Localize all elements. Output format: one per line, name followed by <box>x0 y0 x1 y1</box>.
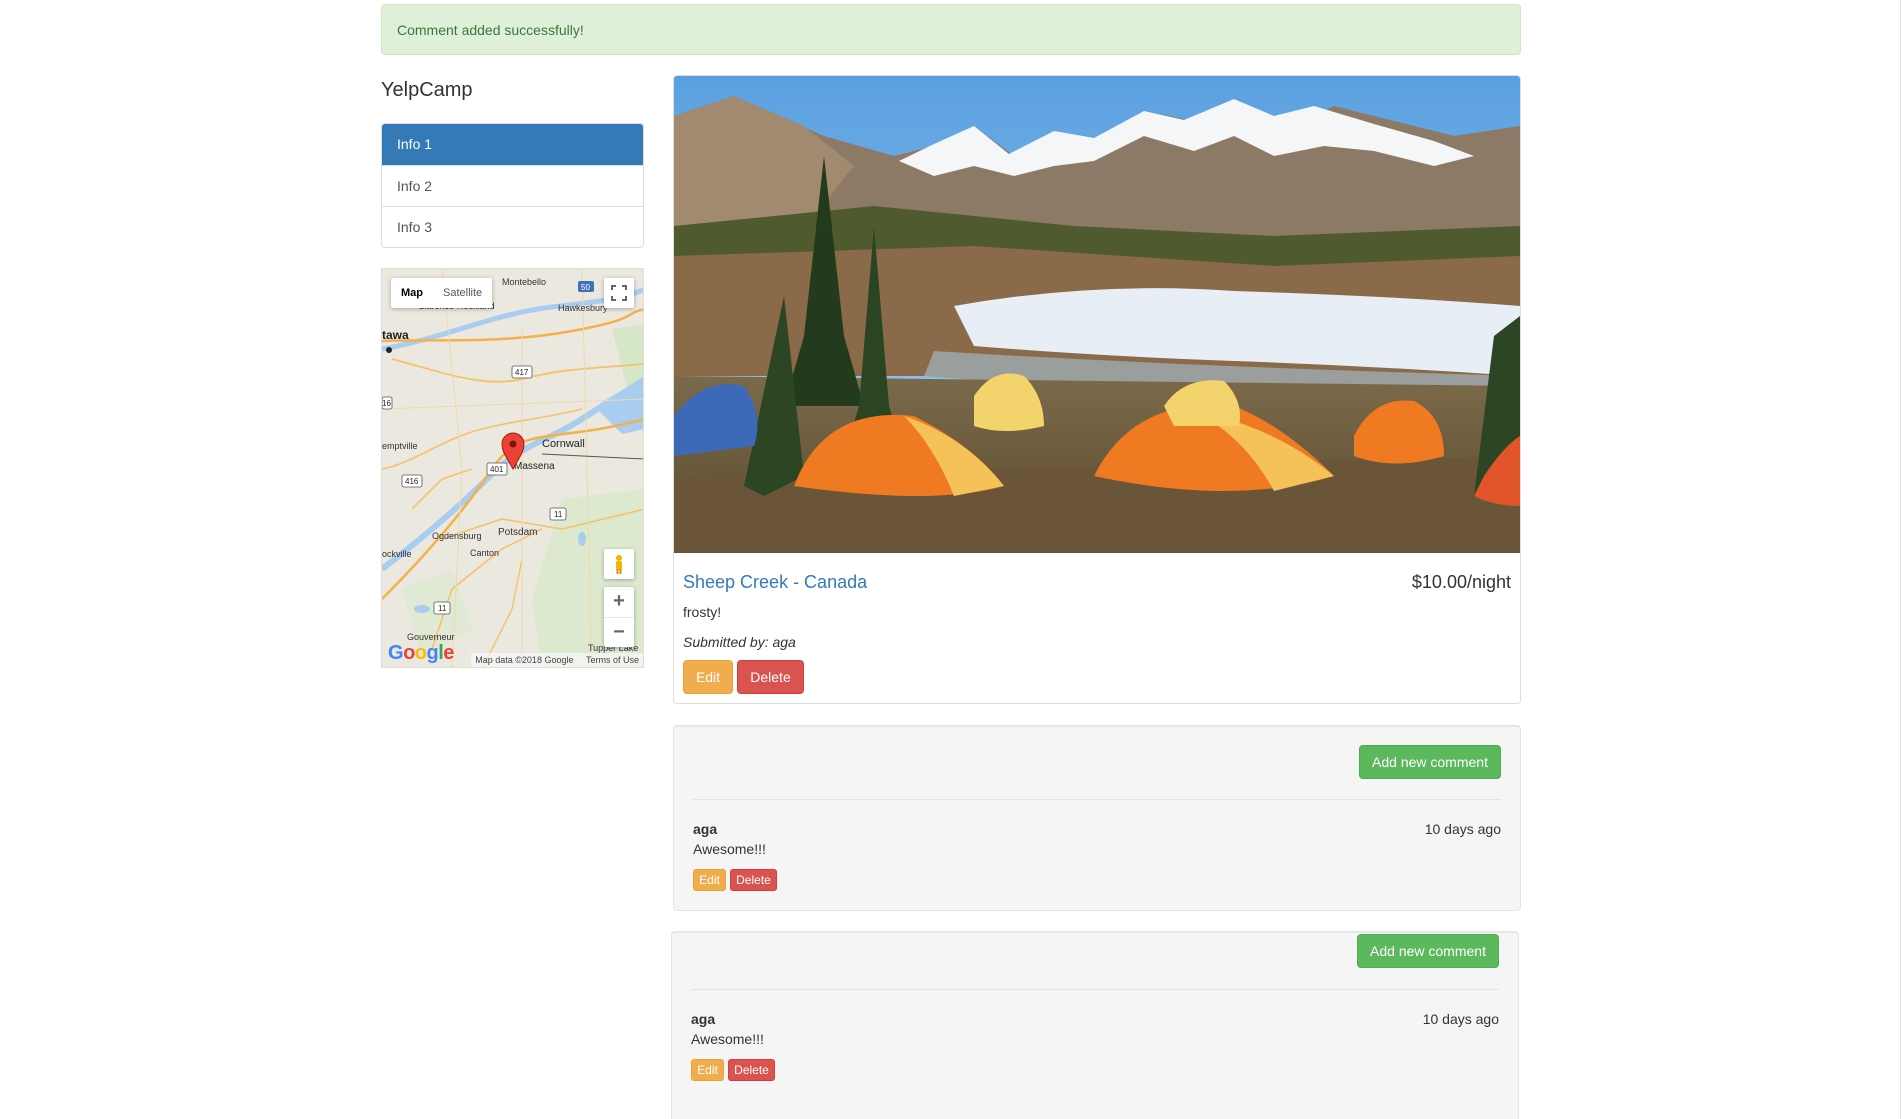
route-shield-416: 416 <box>405 477 419 486</box>
campground-price: $10.00/night <box>1411 572 1511 592</box>
campground-photo <box>674 76 1520 553</box>
edit-campground-button[interactable]: Edit <box>683 660 733 694</box>
map-label-hawkesbury: Hawkesbury <box>558 303 608 313</box>
divider <box>693 799 1501 800</box>
zoom-in-button[interactable]: + <box>604 587 634 617</box>
terms-of-use-link[interactable]: Terms of Use <box>586 655 639 665</box>
alert-message: Comment added successfully! <box>397 22 584 38</box>
zoom-control: + − <box>604 587 634 647</box>
route-shield-11-south: 11 <box>438 604 447 613</box>
comment-author: aga <box>693 821 718 837</box>
comment-text: Awesome!!! <box>691 1031 764 1047</box>
map-type-satellite-button[interactable]: Satellite <box>433 278 492 308</box>
sidebar-item-info-3[interactable]: Info 3 <box>382 206 643 247</box>
comment-text: Awesome!!! <box>693 841 766 857</box>
sidebar-item-info-2[interactable]: Info 2 <box>382 165 643 206</box>
campground-card: Sheep Creek - Canada $10.00/night frosty… <box>673 75 1521 704</box>
route-shield-401: 401 <box>490 465 504 474</box>
comment-timestamp: 10 days ago <box>1422 1011 1499 1027</box>
zoom-out-button[interactable]: − <box>604 617 634 647</box>
delete-comment-button[interactable]: Delete <box>728 1059 775 1081</box>
map-label-cornwall: Cornwall <box>542 438 585 450</box>
street-view-pegman-button[interactable] <box>604 549 634 579</box>
google-map[interactable]: Montebello Clarence-Rockland Hawkesbury … <box>381 268 644 668</box>
map-label-potsdam: Potsdam <box>498 527 537 538</box>
info-list: Info 1 Info 2 Info 3 <box>381 123 644 248</box>
map-label-montebello: Montebello <box>502 277 546 287</box>
map-attribution: Map data ©2018 Google Terms of Use <box>471 653 643 667</box>
sidebar-brand: YelpCamp <box>381 79 473 101</box>
comments-well: Add new comment aga 10 days ago Awesome!… <box>671 931 1519 1119</box>
flash-success-alert: Comment added successfully! <box>381 4 1521 55</box>
map-type-map-button[interactable]: Map <box>391 278 433 308</box>
map-label-ottawa: tawa <box>382 328 409 342</box>
delete-campground-button[interactable]: Delete <box>737 660 804 694</box>
fullscreen-button[interactable] <box>604 278 634 308</box>
route-shield-11-north: 11 <box>554 510 563 519</box>
scrollbar-edge <box>1900 0 1901 1119</box>
sidebar-item-info-1[interactable]: Info 1 <box>382 124 643 165</box>
map-type-control: Map Satellite <box>391 278 493 308</box>
map-label-brockville: ockville <box>382 549 412 559</box>
route-shield-417: 417 <box>515 368 529 377</box>
map-label-canton: Canton <box>470 548 499 558</box>
map-label-massena: Massena <box>514 461 555 472</box>
delete-comment-button[interactable]: Delete <box>730 869 777 891</box>
map-data-attribution: Map data ©2018 Google <box>475 655 574 665</box>
comments-well: Add new comment aga 10 days ago Awesome!… <box>673 725 1521 911</box>
comment-timestamp: 10 days ago <box>1424 821 1501 837</box>
comment-author: aga <box>691 1011 716 1027</box>
edit-comment-button[interactable]: Edit <box>691 1059 724 1081</box>
add-comment-button[interactable]: Add new comment <box>1357 934 1499 968</box>
pegman-icon <box>616 555 622 574</box>
map-label-gouverneur: Gouverneur <box>407 632 455 642</box>
campground-submitted-by: Submitted by: aga <box>683 634 796 650</box>
route-shield-16: 16 <box>382 399 391 408</box>
campground-description: frosty! <box>683 604 722 620</box>
campground-name-link[interactable]: Sheep Creek - Canada <box>683 572 867 593</box>
edit-comment-button[interactable]: Edit <box>693 869 726 891</box>
google-logo[interactable]: Google <box>388 642 454 665</box>
map-label-kemptville: emptville <box>382 441 418 451</box>
route-shield-50: 50 <box>581 283 590 292</box>
divider <box>691 989 1499 990</box>
add-comment-button[interactable]: Add new comment <box>1359 745 1501 779</box>
fullscreen-icon <box>611 285 627 301</box>
page: Comment added successfully! YelpCamp Inf… <box>0 0 1903 1119</box>
map-label-ogdensburg: Ogdensburg <box>432 531 482 541</box>
